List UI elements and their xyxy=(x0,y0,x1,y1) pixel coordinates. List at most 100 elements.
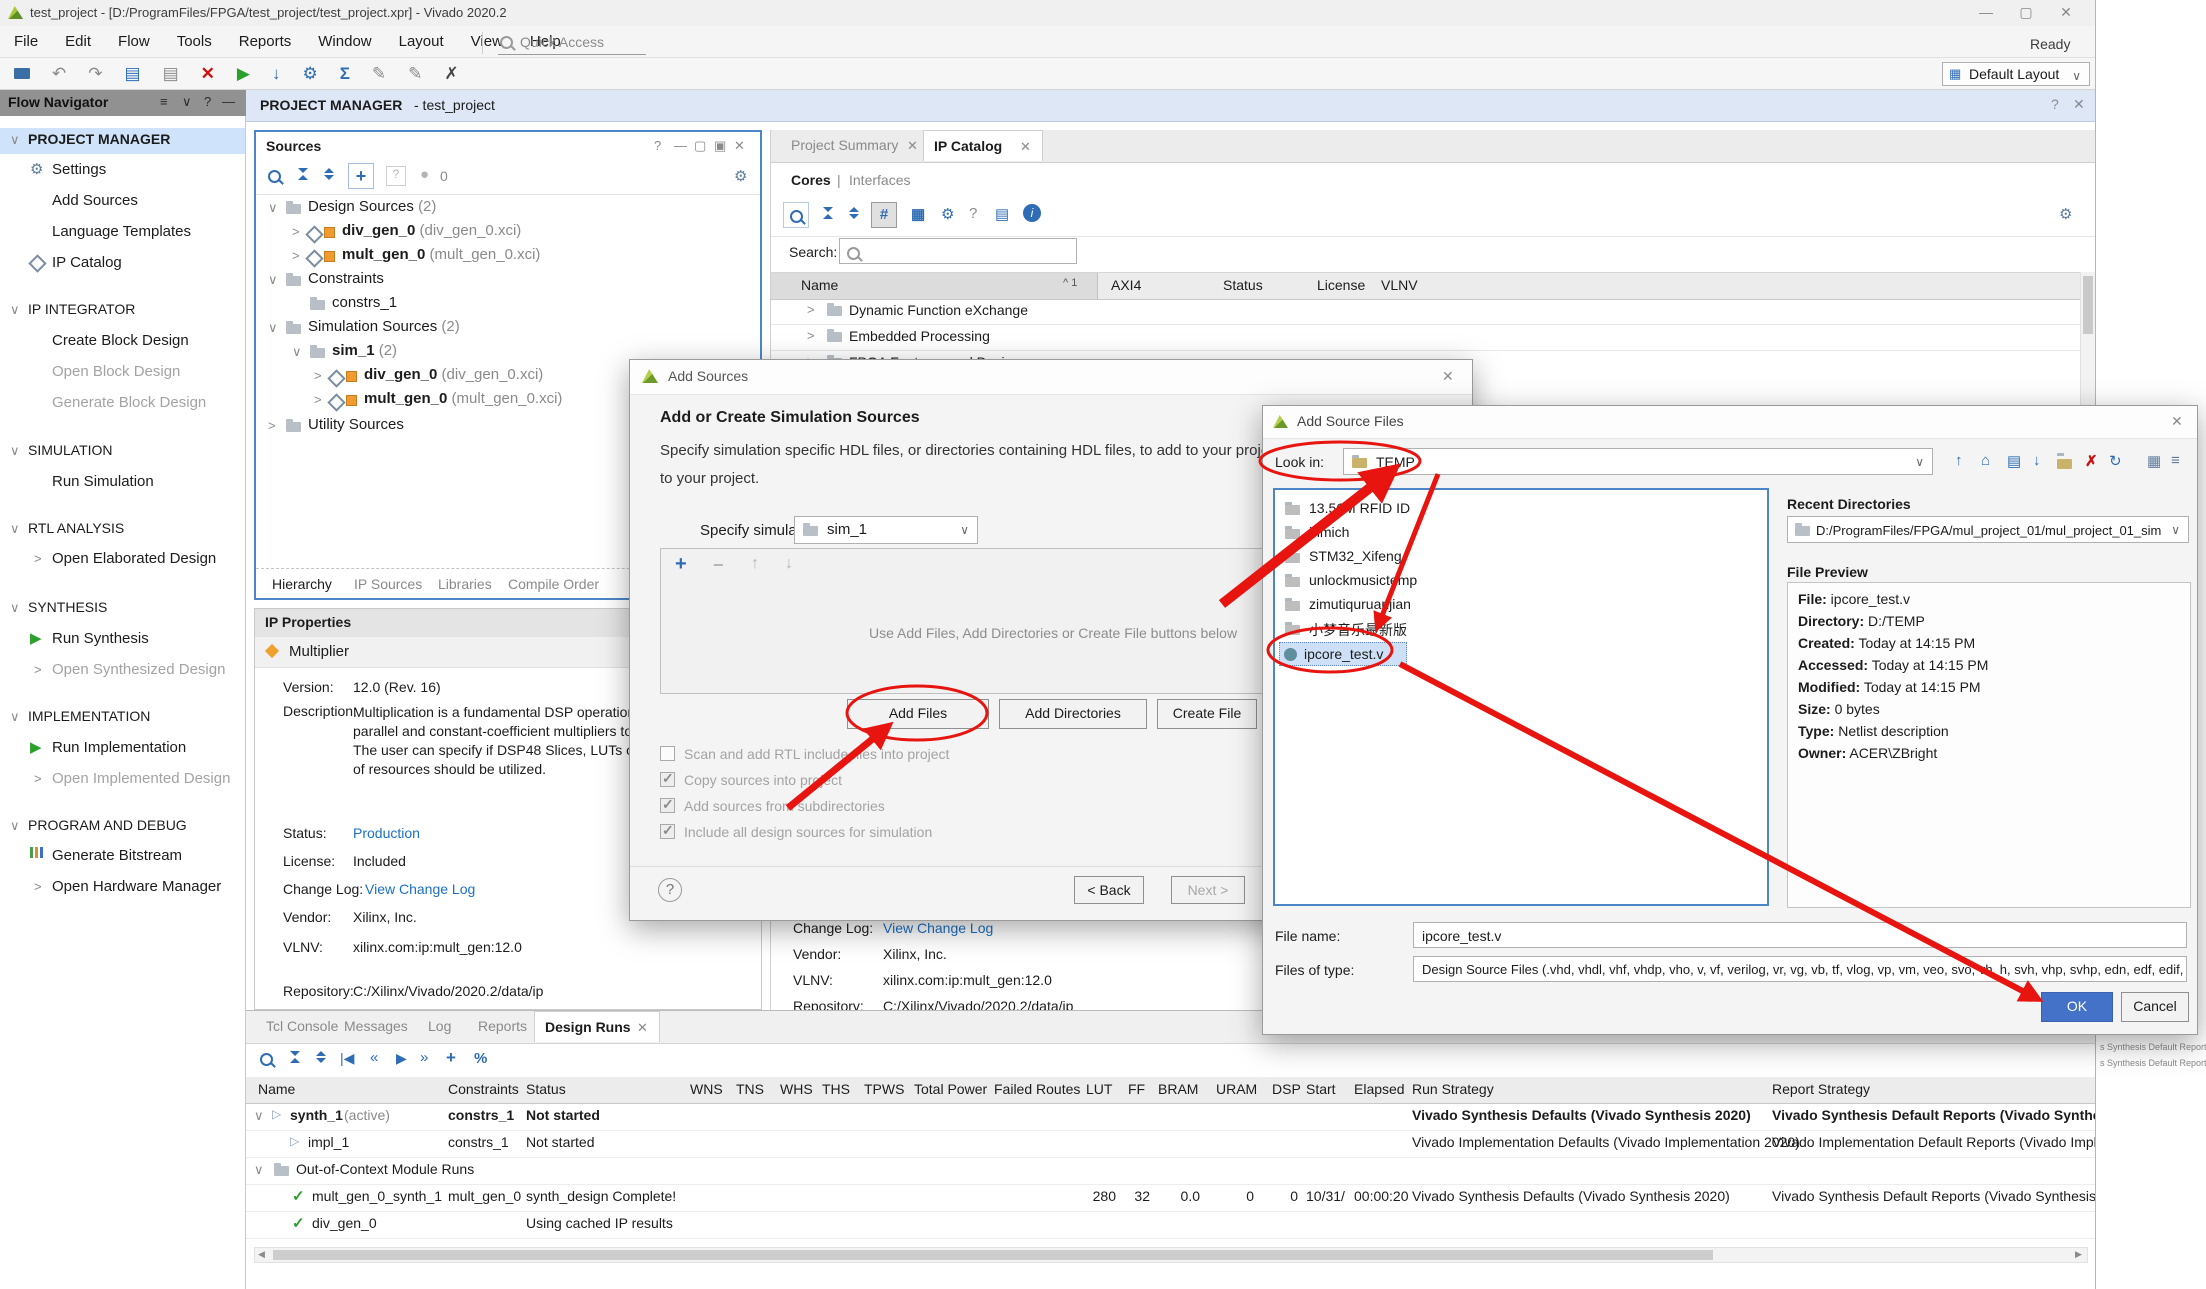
tree-toggle-icon[interactable]: ∨ xyxy=(268,320,278,336)
expand-all-icon[interactable] xyxy=(849,207,859,219)
run-row-div-gen[interactable]: ✓ div_gen_0 Using cached IP results xyxy=(246,1211,2095,1239)
menu-tools[interactable]: Tools xyxy=(177,33,212,50)
close-icon[interactable]: ✕ xyxy=(734,138,745,154)
restore-icon[interactable]: ▣ xyxy=(714,138,726,154)
help-icon[interactable]: ? xyxy=(2051,96,2059,112)
file-item[interactable]: zimutiquruanjian xyxy=(1309,596,1411,612)
scroll-right-icon[interactable]: ▶ xyxy=(2075,1249,2082,1260)
tree-item-constrs-1[interactable]: constrs_1 xyxy=(332,294,397,311)
home-icon[interactable]: ⌂ xyxy=(1981,452,1990,469)
sidebar-item-open-block-design[interactable]: Open Block Design xyxy=(52,363,180,380)
tab-project-summary[interactable]: Project Summary xyxy=(791,137,898,153)
checkbox-add-subdirs[interactable]: ✓ xyxy=(660,798,675,813)
hierarchy-view-icon[interactable]: ▦ xyxy=(911,205,925,223)
tab-libraries[interactable]: Libraries xyxy=(438,576,492,592)
file-list[interactable]: 13.56M RFID ID inmich STM32_Xifeng unloc… xyxy=(1273,488,1769,906)
sidebar-section-program-and-debug[interactable]: PROGRAM AND DEBUG xyxy=(28,817,187,833)
look-in-combo[interactable]: TEMP ∨ xyxy=(1343,448,1933,475)
delete-icon[interactable]: ✗ xyxy=(2085,452,2098,470)
col-tns[interactable]: TNS xyxy=(736,1081,764,1097)
tab-compile-order[interactable]: Compile Order xyxy=(508,576,599,592)
search-icon[interactable] xyxy=(268,170,281,183)
tree-toggle-icon[interactable]: > xyxy=(292,248,300,263)
chevron-down-icon[interactable]: ∨ xyxy=(10,600,20,616)
first-run-icon[interactable]: |◀ xyxy=(340,1050,354,1067)
catalog-row[interactable]: > Dynamic Function eXchange xyxy=(771,298,2081,325)
chevron-right-icon[interactable]: > xyxy=(807,328,815,343)
sidebar-item-ip-catalog[interactable]: IP Catalog xyxy=(52,254,122,271)
license-key-icon[interactable]: ? xyxy=(969,205,977,222)
chevron-down-icon[interactable]: ∨ xyxy=(254,1108,264,1124)
sidebar-item-create-block-design[interactable]: Create Block Design xyxy=(52,332,189,349)
collapse-all-icon[interactable] xyxy=(823,207,833,219)
chevron-right-icon[interactable]: > xyxy=(34,551,42,566)
help-box-icon[interactable]: ? xyxy=(386,166,406,186)
help-icon[interactable]: ? xyxy=(654,138,661,153)
horizontal-scrollbar[interactable]: ◀ ▶ xyxy=(254,1247,2088,1263)
chevron-down-icon[interactable]: ∨ xyxy=(254,1162,264,1178)
menu-layout[interactable]: Layout xyxy=(399,33,444,50)
layout-combo[interactable]: ▦ Default Layout ∨ xyxy=(1942,62,2090,86)
tab-ip-sources[interactable]: IP Sources xyxy=(354,576,422,592)
gear-icon[interactable]: ⚙ xyxy=(2059,205,2072,223)
run-row-mult-gen[interactable]: ✓ mult_gen_0_synth_1 mult_gen_0 synth_de… xyxy=(246,1184,2095,1212)
sidebar-section-project-manager[interactable]: PROJECT MANAGER xyxy=(28,131,170,147)
next-button[interactable]: Next > xyxy=(1171,876,1245,904)
mark-icon[interactable]: ✎ xyxy=(372,64,386,84)
sidebar-item-open-elaborated-design[interactable]: Open Elaborated Design xyxy=(52,550,216,567)
report-icon[interactable]: ▤ xyxy=(125,64,141,84)
gear-icon[interactable]: ⚙ xyxy=(734,167,747,185)
tree-item-sim-div-gen[interactable]: div_gen_0 (div_gen_0.xci) xyxy=(364,366,543,383)
sigma-icon[interactable]: Σ xyxy=(340,64,350,84)
float-icon[interactable]: ▢ xyxy=(694,138,706,154)
scrollbar-thumb[interactable] xyxy=(273,1250,1713,1260)
catalog-col-license[interactable]: License xyxy=(1317,277,1365,293)
run-toggle-icon[interactable]: ▷ xyxy=(272,1107,281,1121)
run-row-ooc[interactable]: ∨ Out-of-Context Module Runs xyxy=(246,1157,2095,1185)
chevron-right-icon[interactable]: > xyxy=(34,662,42,677)
file-item[interactable]: inmich xyxy=(1309,524,1349,540)
redo-icon[interactable]: ↷ xyxy=(88,64,102,84)
file-item-selected[interactable]: ipcore_test.v xyxy=(1279,642,1407,666)
quick-access-input[interactable]: Quick Access xyxy=(498,32,646,55)
checkbox-include-design-sources[interactable]: ✓ xyxy=(660,824,675,839)
tree-item-div-gen[interactable]: div_gen_0 (div_gen_0.xci) xyxy=(342,222,521,239)
sidebar-section-implementation[interactable]: IMPLEMENTATION xyxy=(28,708,150,724)
settings-icon[interactable]: ⚙ xyxy=(302,64,317,84)
subtab-cores[interactable]: Cores xyxy=(791,172,831,188)
chevron-down-icon[interactable]: ∨ xyxy=(10,818,20,834)
tree-toggle-icon[interactable]: > xyxy=(268,418,276,433)
grid-view-icon[interactable]: ▦ xyxy=(2147,452,2161,470)
catalog-col-vlnv[interactable]: VLNV xyxy=(1381,277,1418,293)
close-icon[interactable]: ✕ xyxy=(1442,368,1454,385)
close-icon[interactable]: ✕ xyxy=(2073,96,2085,113)
menu-flow[interactable]: Flow xyxy=(118,33,150,50)
col-total-power[interactable]: Total Power xyxy=(914,1081,987,1097)
col-elapsed[interactable]: Elapsed xyxy=(1354,1081,1405,1097)
sidebar-item-run-simulation[interactable]: Run Simulation xyxy=(52,473,154,490)
expand-icon[interactable]: ∨ xyxy=(182,94,192,110)
sidebar-item-settings[interactable]: Settings xyxy=(52,161,106,178)
wizard-help-icon[interactable]: ? xyxy=(658,878,682,902)
move-up-icon[interactable]: ↑ xyxy=(751,555,759,573)
unmark-icon[interactable]: ✗ xyxy=(444,64,458,84)
search-icon[interactable] xyxy=(783,202,809,228)
status-production-link[interactable]: Production xyxy=(353,825,420,841)
sidebar-item-generate-block-design[interactable]: Generate Block Design xyxy=(52,394,206,411)
col-wns[interactable]: WNS xyxy=(690,1081,723,1097)
tree-toggle-icon[interactable]: > xyxy=(292,224,300,239)
sidebar-item-open-hardware-manager[interactable]: Open Hardware Manager xyxy=(52,878,221,895)
sidebar-item-open-implemented-design[interactable]: Open Implemented Design xyxy=(52,770,230,787)
view-change-log-link[interactable]: View Change Log xyxy=(365,881,475,897)
chevron-down-icon[interactable]: ∨ xyxy=(10,709,20,725)
up-directory-icon[interactable]: ↑ xyxy=(1955,452,1963,469)
col-ths[interactable]: THS xyxy=(822,1081,850,1097)
close-icon[interactable]: ✕ xyxy=(2171,413,2183,430)
catalog-col-name[interactable]: Name ^ 1 xyxy=(771,273,1098,299)
sidebar-item-language-templates[interactable]: Language Templates xyxy=(52,223,191,240)
menu-reports[interactable]: Reports xyxy=(239,33,292,50)
checkbox-scan-rtl[interactable] xyxy=(660,746,675,761)
run-row-impl-1[interactable]: ▷ impl_1 constrs_1 Not started Vivado Im… xyxy=(246,1130,2095,1158)
tab-reports[interactable]: Reports xyxy=(478,1018,527,1034)
chevron-right-icon[interactable]: > xyxy=(34,879,42,894)
